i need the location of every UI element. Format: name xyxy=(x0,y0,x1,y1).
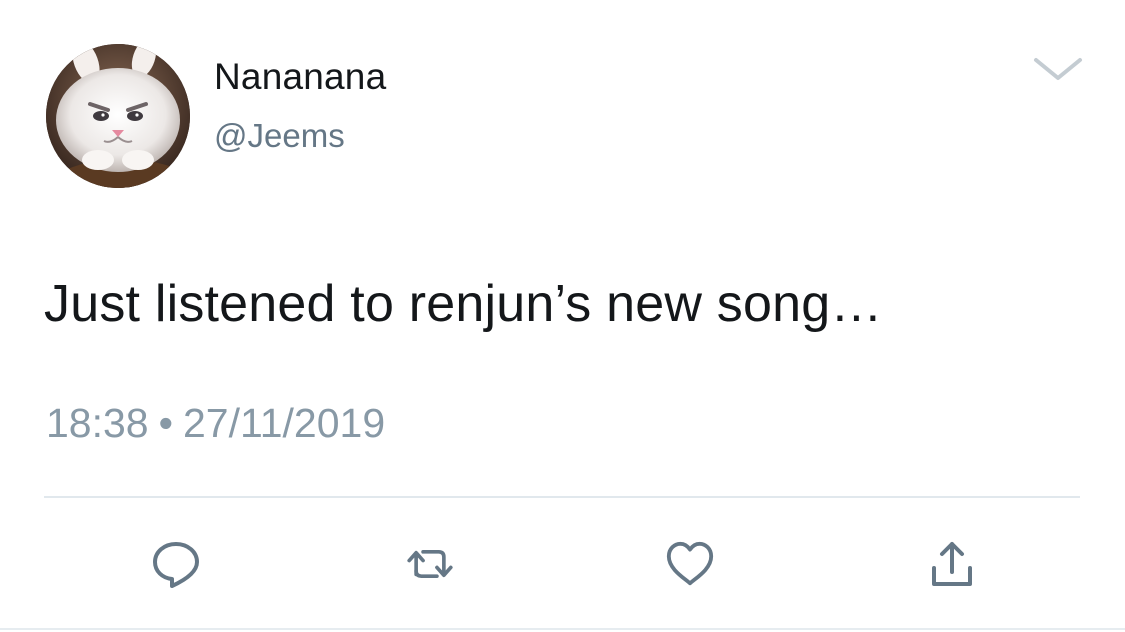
separator-dot: • xyxy=(158,400,173,446)
reply-icon xyxy=(153,542,199,588)
display-name[interactable]: Nananana xyxy=(214,56,386,98)
tweet-text: Just listened to renjun’s new song… xyxy=(44,275,883,333)
tweet-time: 18:38 xyxy=(46,400,149,446)
avatar[interactable] xyxy=(46,44,190,188)
share-button[interactable] xyxy=(926,538,978,590)
avatar-image xyxy=(46,44,190,188)
divider xyxy=(44,496,1080,498)
user-handle[interactable]: @Jeems xyxy=(214,117,345,155)
like-button[interactable] xyxy=(664,538,716,590)
bottom-divider xyxy=(0,628,1125,630)
chevron-down-icon[interactable] xyxy=(1030,52,1086,86)
retweet-icon xyxy=(407,550,453,578)
share-icon xyxy=(932,542,972,586)
heart-icon xyxy=(666,541,714,586)
retweet-button[interactable] xyxy=(404,538,456,590)
tweet-timestamp[interactable]: 18:38 • 27/11/2019 xyxy=(46,400,385,447)
tweet-date: 27/11/2019 xyxy=(182,400,386,446)
reply-button[interactable] xyxy=(150,538,202,590)
